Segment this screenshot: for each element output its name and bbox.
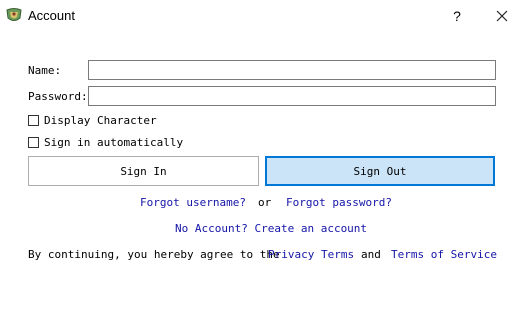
or-text: or — [258, 196, 272, 209]
title-bar: Account ? — [0, 0, 516, 32]
forgot-username-link[interactable]: Forgot username? — [140, 196, 246, 209]
sign-in-automatically-label: Sign in automatically — [44, 135, 184, 149]
display-character-row[interactable]: Display Character — [28, 112, 157, 128]
and-text: and — [361, 248, 381, 261]
help-button[interactable]: ? — [448, 6, 466, 26]
sign-out-button[interactable]: Sign Out — [265, 156, 495, 186]
window-title: Account — [28, 8, 75, 23]
password-label: Password: — [28, 90, 88, 103]
name-field[interactable] — [88, 60, 496, 80]
agree-text: By continuing, you hereby agree to the — [28, 248, 280, 261]
password-field[interactable] — [88, 86, 496, 106]
sign-out-button-label: Sign Out — [353, 164, 407, 178]
close-icon[interactable] — [492, 6, 512, 26]
display-character-label: Display Character — [44, 113, 157, 127]
create-account-link[interactable]: No Account? Create an account — [175, 222, 367, 235]
sign-in-button[interactable]: Sign In — [28, 156, 259, 186]
terms-of-service-link[interactable]: Terms of Service — [391, 248, 497, 261]
display-character-checkbox[interactable] — [28, 114, 39, 126]
sign-in-automatically-row[interactable]: Sign in automatically — [28, 134, 183, 150]
name-label: Name: — [28, 64, 62, 77]
sign-in-automatically-checkbox[interactable] — [28, 136, 39, 148]
sign-in-button-label: Sign In — [120, 164, 167, 178]
app-logo-icon — [6, 6, 22, 24]
forgot-password-link[interactable]: Forgot password? — [286, 196, 392, 209]
privacy-terms-link[interactable]: Privacy Terms — [268, 248, 354, 261]
